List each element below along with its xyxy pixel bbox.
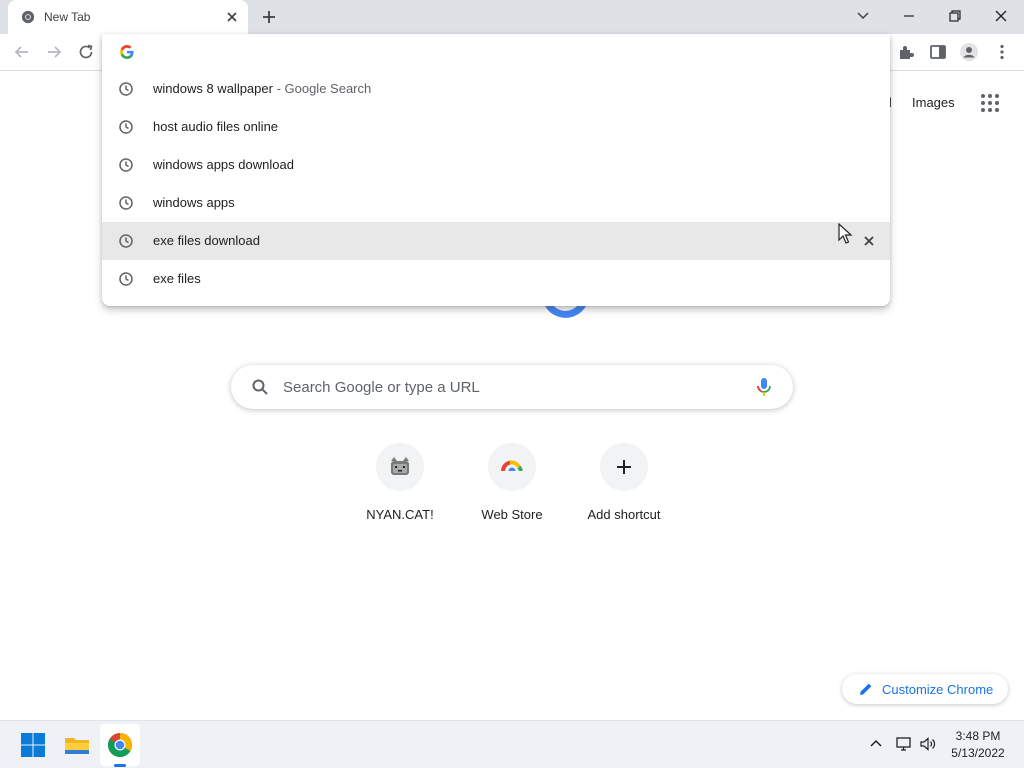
restore-icon[interactable] [945,6,965,26]
history-clock-icon [119,196,133,210]
chrome-icon[interactable] [106,731,134,759]
network-icon[interactable] [895,735,913,753]
voice-search-mic-icon[interactable] [753,376,775,398]
history-clock-icon [119,272,133,286]
omnibox-suggestion-list: windows 8 wallpaper - Google Search host… [102,70,890,298]
shortcut-label: NYAN.CAT! [366,507,434,522]
tab-close-icon[interactable] [224,9,240,25]
taskbar: 3:48 PM 5/13/2022 [0,720,1024,768]
omnibox-suggestion[interactable]: windows 8 wallpaper - Google Search [102,70,890,108]
suggestion-text: exe files download [153,233,260,248]
suggestion-text: exe files [153,271,201,286]
history-clock-icon [119,120,133,134]
ntp-search-input[interactable] [283,374,743,400]
taskbar-running-indicator [114,764,126,767]
back-icon[interactable] [12,42,32,62]
omnibox-suggestion[interactable]: exe files [102,260,890,298]
tab-strip: New Tab [0,0,1024,34]
suggestion-text: windows apps [153,195,235,210]
taskbar-time[interactable]: 3:48 PM [950,729,1006,743]
taskbar-date[interactable]: 5/13/2022 [944,746,1012,760]
suggestion-text: windows apps download [153,157,294,172]
shortcut-label: Add shortcut [587,507,661,522]
shortcut-label: Web Store [481,507,543,522]
google-apps-grid-icon[interactable] [980,93,1000,113]
reload-icon[interactable] [76,42,96,62]
omnibox-suggestion[interactable]: windows apps [102,184,890,222]
add-shortcut-button[interactable]: Add shortcut [568,443,680,533]
tab-title: New Tab [44,10,91,24]
customize-chrome-label: Customize Chrome [882,682,994,697]
chevron-up-icon[interactable] [867,735,885,753]
remove-suggestion-close-icon[interactable] [862,234,876,248]
volume-icon[interactable] [919,735,937,753]
suggestion-text: host audio files online [153,119,279,134]
forward-icon[interactable] [44,42,64,62]
file-explorer-icon[interactable] [63,731,91,759]
profile-avatar-icon[interactable] [959,42,979,62]
images-link[interactable]: Images [912,95,955,110]
side-panel-icon[interactable] [928,42,948,62]
omnibox-dropdown: windows 8 wallpaper - Google Search host… [102,34,890,306]
new-tab-plus-icon[interactable] [260,8,278,26]
minimize-icon[interactable] [899,6,919,26]
omnibox-suggestion[interactable]: host audio files online [102,108,890,146]
ntp-search-box[interactable] [231,365,793,409]
shortcut-tile [600,443,648,491]
shortcut-tile [488,443,536,491]
google-g-icon [120,45,134,59]
plus-icon [617,460,631,474]
history-clock-icon [119,234,133,248]
tab-search-chevron-icon[interactable] [853,6,873,26]
shortcut-nyan-cat[interactable]: NYAN.CAT! [344,443,456,533]
history-clock-icon [119,82,133,96]
suggestion-text: windows 8 wallpaper - Google Search [153,81,372,96]
mouse-cursor-icon [838,223,853,244]
pencil-icon [860,683,872,695]
shortcut-tile [376,443,424,491]
chrome-favicon-icon [21,10,35,24]
web-store-icon [501,460,523,477]
history-clock-icon [119,158,133,172]
start-icon[interactable] [19,731,47,759]
close-window-icon[interactable] [991,6,1011,26]
shortcut-web-store[interactable]: Web Store [456,443,568,533]
omnibox-suggestion-selected[interactable]: exe files download [102,222,890,260]
customize-chrome-button[interactable]: Customize Chrome [842,674,1008,704]
omnibox-suggestion[interactable]: windows apps download [102,146,890,184]
extensions-icon[interactable] [896,42,916,62]
search-icon [252,379,268,395]
omnibox[interactable] [102,34,890,70]
tab-new-tab[interactable]: New Tab [8,0,248,34]
nyan-cat-icon [391,457,409,475]
menu-kebab-icon[interactable] [992,42,1012,62]
